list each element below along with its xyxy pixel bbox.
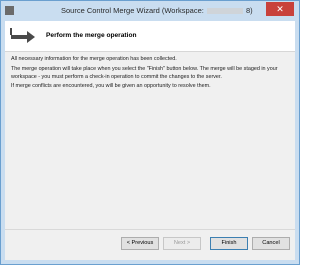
info-line-collected: All necessary information for the merge … [11, 56, 177, 62]
previous-button[interactable]: < Previous [121, 237, 159, 250]
app-icon [5, 6, 14, 15]
finish-button[interactable]: Finish [210, 237, 248, 250]
title-bar[interactable]: Source Control Merge Wizard (Workspace: … [1, 1, 299, 21]
window-title-prefix: Source Control Merge Wizard (Workspace: [61, 6, 204, 15]
button-separator [5, 229, 295, 230]
page-title: Perform the merge operation [46, 32, 137, 39]
wizard-window: Source Control Merge Wizard (Workspace: … [0, 0, 300, 265]
dialog-client-area: Perform the merge operation All necessar… [5, 21, 295, 260]
info-line-conflicts: If merge conflicts are encountered, you … [11, 83, 211, 89]
wizard-header: Perform the merge operation [5, 21, 295, 52]
merge-arrow-icon [10, 28, 35, 43]
window-title: Source Control Merge Wizard (Workspace: … [61, 6, 261, 15]
cancel-button[interactable]: Cancel [252, 237, 290, 250]
redacted-workspace-name [206, 8, 243, 15]
next-button[interactable]: Next > [163, 237, 201, 250]
window-title-suffix: 8) [246, 6, 253, 15]
close-button[interactable]: ✕ [266, 2, 294, 16]
info-line-finish: The merge operation will take place when… [11, 66, 278, 80]
